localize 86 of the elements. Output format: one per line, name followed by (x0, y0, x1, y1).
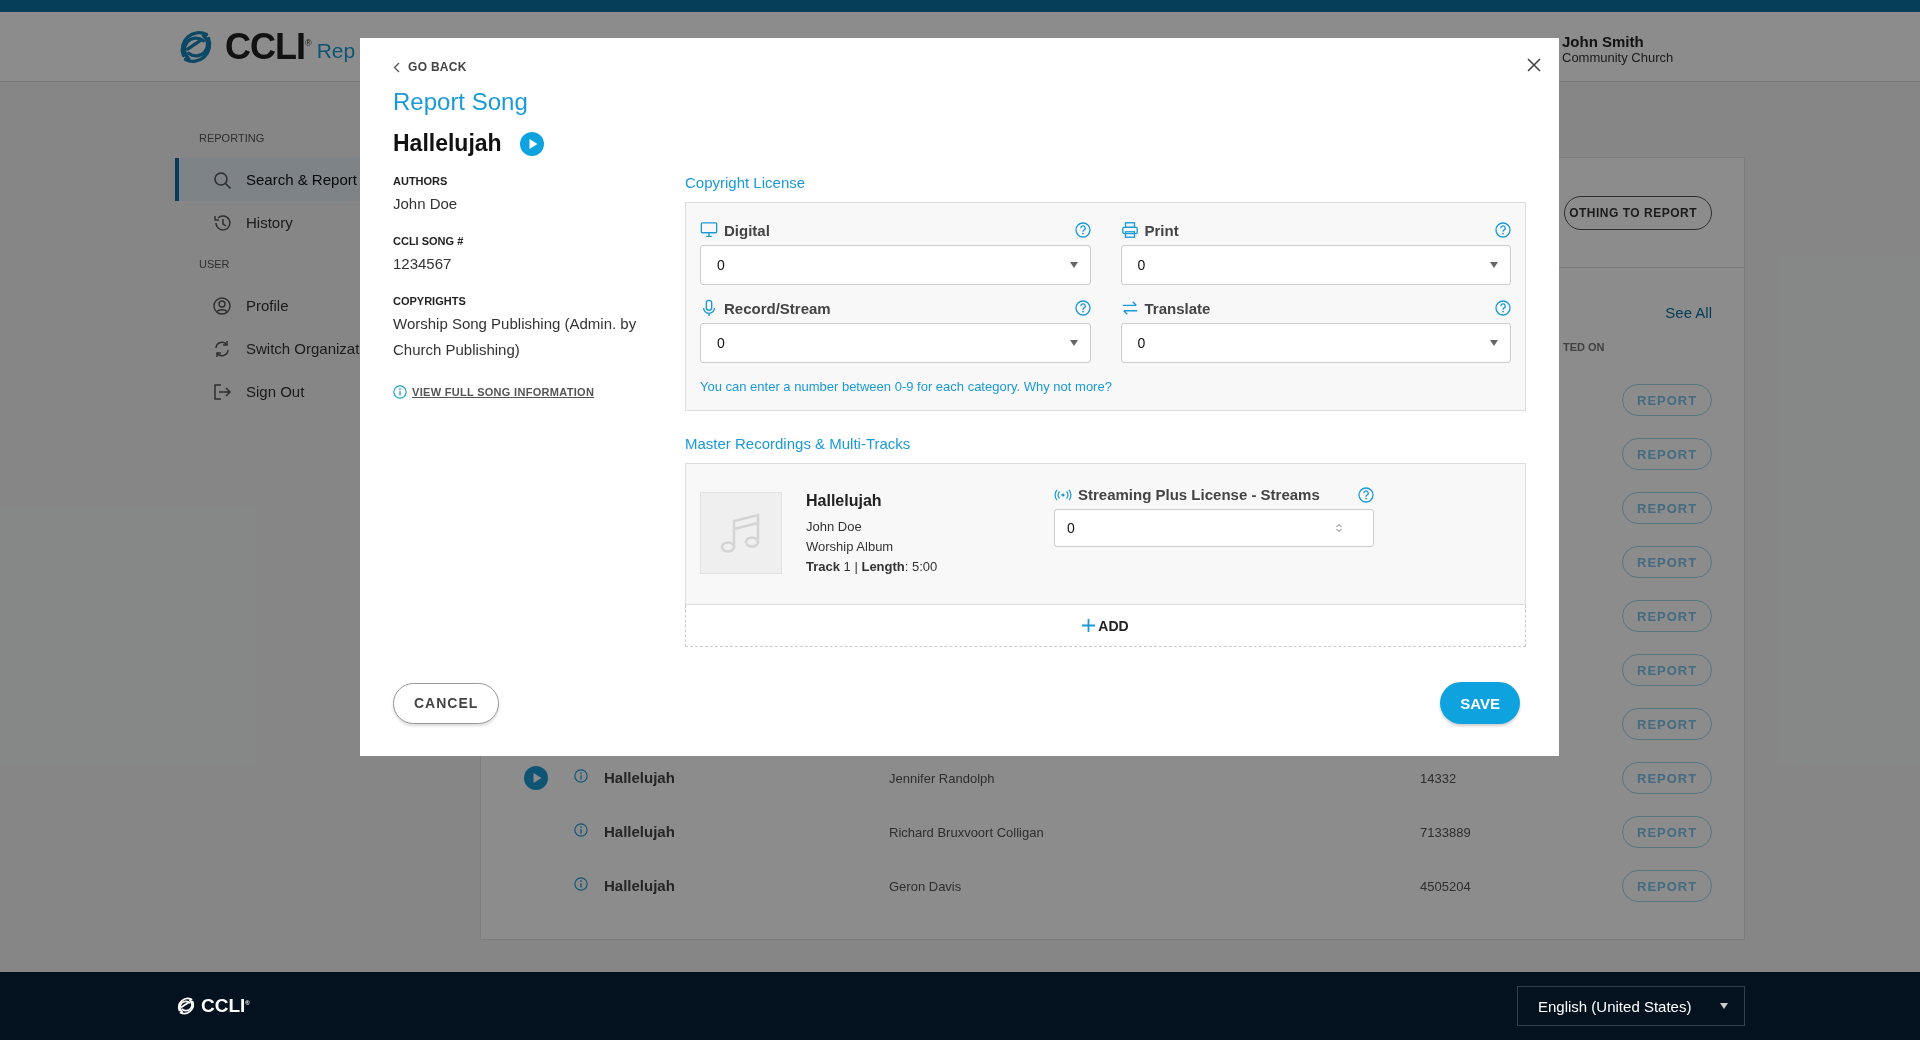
user-name: John Smith (1562, 32, 1645, 50)
hint-text: You can enter a number between 0-9 for each category. Why not more? (700, 379, 1113, 394)
field-label: Digital (724, 221, 770, 239)
detail-value: 1234567 (393, 254, 453, 274)
save-button[interactable]: SAVE (1440, 682, 1520, 724)
caret-icon (1069, 262, 1078, 268)
close-icon (1527, 58, 1541, 72)
sidebar-item[interactable]: Search & Report (175, 158, 360, 201)
add-button[interactable]: ADD (685, 605, 1526, 647)
app-title: Rep (316, 38, 356, 63)
broadcast-icon (1054, 488, 1072, 501)
monitor-icon (700, 221, 718, 239)
track-title: Hallelujah (806, 492, 883, 510)
count-select[interactable]: 0 (700, 245, 1091, 285)
microphone-icon (700, 299, 718, 317)
sign-out-icon (212, 381, 232, 402)
history-icon (212, 212, 232, 233)
see-all-link[interactable]: See All (1665, 304, 1712, 321)
help-icon[interactable] (1358, 486, 1374, 503)
author-name: Jennifer Randolph (889, 771, 995, 786)
swap-arrows-icon (1120, 299, 1139, 317)
detail-label: AUTHORS (393, 175, 449, 187)
section-title: Copyright License (685, 174, 807, 191)
sidebar-item[interactable]: Switch Organizat (175, 327, 360, 370)
track-details: Track 1 | Length: 5:00 (806, 559, 939, 574)
play-icon[interactable] (524, 766, 548, 790)
search-icon (212, 169, 232, 190)
chevron-left-icon (393, 61, 400, 73)
help-icon[interactable] (1074, 300, 1091, 316)
song-title: Hallelujah (393, 130, 502, 157)
play-icon[interactable] (519, 131, 544, 156)
author-name: Richard Bruxvoort Colligan (889, 825, 1044, 840)
count-select[interactable]: 0 (1120, 245, 1511, 285)
song-number: 14332 (1420, 771, 1457, 786)
help-icon[interactable] (1495, 300, 1511, 316)
plus-icon (1082, 619, 1096, 632)
caret-icon (1720, 1003, 1728, 1009)
logo-text: CCLI$^{®}$ (225, 25, 311, 68)
field-label: Record/Stream (724, 299, 831, 317)
sidebar-item[interactable]: Sign Out (175, 370, 360, 413)
printer-icon (1120, 221, 1139, 239)
song-number: 4505204 (1420, 879, 1471, 894)
info-icon[interactable] (574, 823, 588, 837)
song-info-link[interactable]: VIEW FULL SONG INFORMATION (412, 386, 595, 398)
info-icon[interactable] (393, 385, 407, 399)
song-title[interactable]: Hallelujah (604, 877, 675, 894)
cancel-button[interactable]: CANCEL (393, 682, 500, 724)
sidebar-heading: USER (198, 258, 231, 270)
caret-icon (1069, 340, 1078, 346)
spinner-icon[interactable] (1335, 523, 1343, 533)
streams-input[interactable]: 0 (1054, 509, 1374, 547)
caret-icon (1490, 340, 1498, 346)
song-number: 7133889 (1420, 825, 1471, 840)
go-back-link[interactable]: GO BACK (393, 60, 467, 74)
song-title[interactable]: Hallelujah (604, 769, 675, 786)
dialog-title: Report Song (393, 88, 529, 116)
track-album: Worship Album (806, 539, 895, 554)
detail-label: COPYRIGHTS (393, 295, 467, 307)
field-label: Print (1144, 221, 1179, 239)
help-icon[interactable] (1074, 222, 1091, 238)
info-icon[interactable] (574, 877, 588, 891)
song-title[interactable]: Hallelujah (604, 823, 675, 840)
refresh-icon (212, 338, 232, 359)
profile-icon (212, 295, 232, 316)
organization-name: Community Church (1562, 49, 1675, 65)
caret-icon (1490, 262, 1498, 268)
sidebar-item[interactable]: History (175, 201, 360, 244)
column-header: TED ON (1563, 341, 1605, 353)
language-select[interactable]: English (United States) (1517, 986, 1745, 1026)
section-title: Master Recordings & Multi-Tracks (685, 435, 912, 452)
field-label: Translate (1144, 299, 1211, 317)
count-select[interactable]: 0 (700, 323, 1091, 363)
detail-value: Worship Song Publishing (Admin. by Church Publishing) (393, 314, 638, 360)
help-icon[interactable] (1495, 222, 1511, 238)
author-name: Geron Davis (889, 879, 962, 894)
sidebar-item[interactable]: Profile (175, 284, 360, 327)
sidebar-heading: REPORTING (198, 132, 266, 144)
detail-value: John Doe (393, 194, 459, 214)
count-select[interactable]: 0 (1120, 323, 1511, 363)
info-icon[interactable] (574, 769, 588, 783)
detail-label: CCLI SONG # (393, 235, 465, 247)
logo-icon (175, 995, 197, 1017)
track-artist: John Doe (806, 519, 863, 534)
logo-text: CCLI$^{®}$ (201, 995, 250, 1017)
field-label: Streaming Plus License - Streams (1078, 486, 1320, 503)
nothing-to-report-button[interactable]: OTHING TO REPORT (1564, 196, 1712, 230)
